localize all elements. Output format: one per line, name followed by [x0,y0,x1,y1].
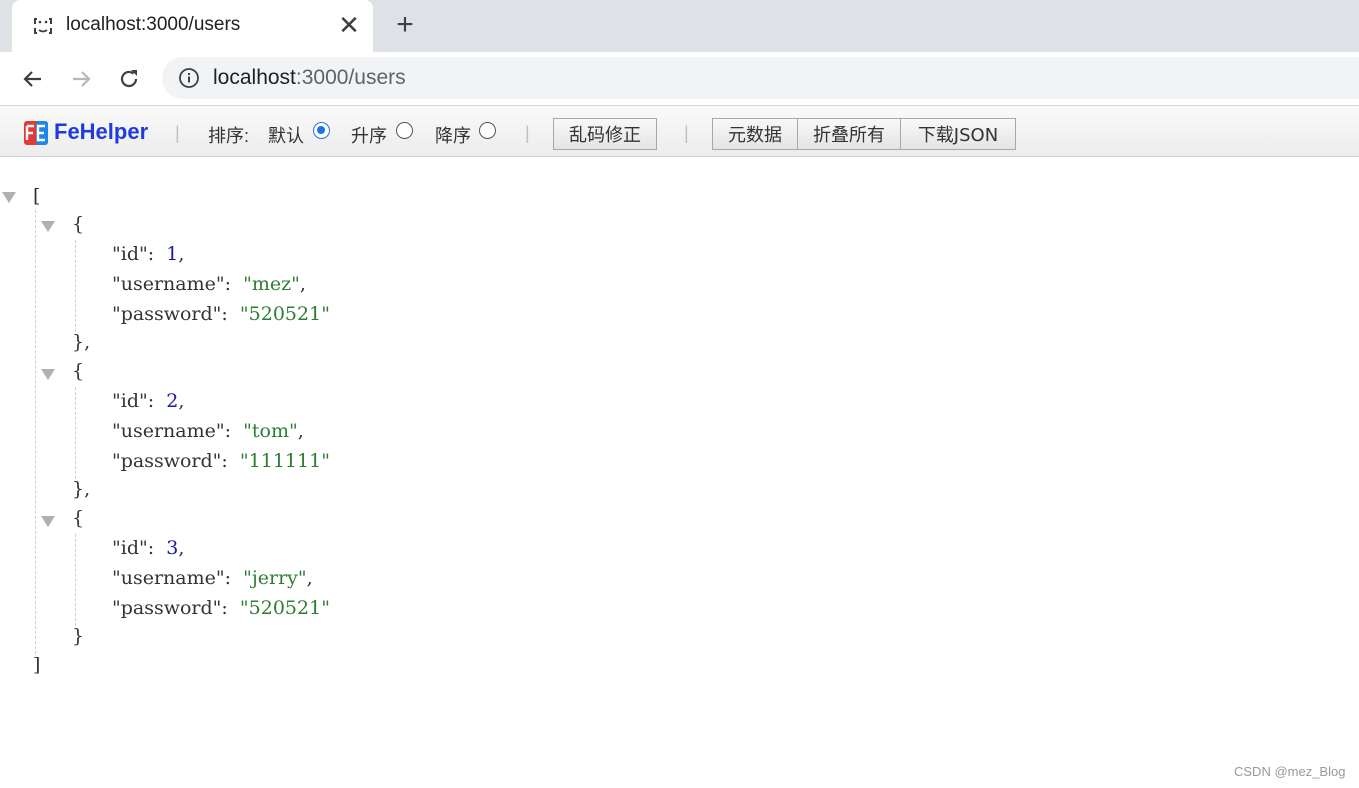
json-value: "520521" [239,303,330,325]
fehelper-toolbar: FeHelper | 排序: 默认 升序 降序 | 乱码修正 | 元数据 折叠所… [0,105,1359,157]
fix-encoding-button[interactable]: 乱码修正 [553,118,657,150]
json-value: 3 [166,537,179,559]
collapse-all-button[interactable]: 折叠所有 [797,118,901,150]
sort-desc-label: 降序 [435,126,471,146]
json-row-id: "id": 3, [112,537,185,559]
divider: | [175,123,180,143]
json-key: "id": [112,537,155,559]
collapse-object-icon[interactable] [41,221,55,232]
collapse-object-icon[interactable] [41,516,55,527]
page-favicon-icon [34,18,52,34]
address-bar[interactable]: localhost:3000/users [162,57,1359,99]
collapse-object-icon[interactable] [41,369,55,380]
json-key: "password": [112,597,228,619]
indent-guide [75,534,76,626]
object-close-brace: }, [72,331,91,353]
sort-desc-radio[interactable] [479,122,496,139]
tab-title: localhost:3000/users [66,14,241,35]
sort-label: 排序: [208,126,250,146]
json-key: "password": [112,450,228,472]
json-row-username: "username": "jerry", [112,567,313,589]
back-icon[interactable] [18,64,48,94]
indent-guide [35,210,36,654]
json-viewer: [ { "id": 1, "username": "mez", "passwor… [0,158,1359,758]
json-value: 1 [166,243,179,265]
tab-strip: localhost:3000/users ✕ + [0,0,1359,52]
json-value: "520521" [239,597,330,619]
json-value: "tom" [243,420,298,442]
forward-icon[interactable] [66,64,96,94]
url-host: localhost [213,66,296,89]
json-row-username: "username": "tom", [112,420,304,442]
json-row-id: "id": 2, [112,390,185,412]
divider: | [684,123,689,143]
fehelper-logo-icon [24,121,48,145]
url-text[interactable]: localhost:3000/users [213,66,406,90]
collapse-array-icon[interactable] [2,192,16,203]
indent-guide [75,387,76,479]
json-value: "jerry" [243,567,307,589]
object-open-brace: { [72,360,85,382]
navigation-toolbar: localhost:3000/users [0,52,1359,105]
object-open-brace: { [72,507,85,529]
json-row-password: "password": "520521" [112,301,330,327]
object-open-brace: { [72,213,85,235]
close-tab-icon[interactable]: ✕ [338,12,360,38]
array-open-bracket: [ [33,185,41,207]
object-close-brace: }, [72,478,91,500]
indent-guide [75,240,76,332]
json-value: "111111" [239,450,330,472]
sort-asc-radio[interactable] [396,122,413,139]
object-close-brace: } [72,625,85,647]
json-key: "password": [112,303,228,325]
sort-default-label: 默认 [268,126,304,146]
json-key: "username": [112,420,232,442]
sort-default-radio[interactable] [313,122,330,139]
json-row-password: "password": "520521" [112,595,330,621]
watermark: CSDN @mez_Blog [1234,764,1346,779]
array-close-bracket: ] [33,654,41,676]
json-value: "mez" [243,273,300,295]
json-key: "id": [112,243,155,265]
metadata-button[interactable]: 元数据 [712,118,798,150]
json-row-password: "password": "111111" [112,448,330,474]
json-key: "username": [112,567,232,589]
json-value: 2 [166,390,179,412]
divider: | [525,123,530,143]
json-key: "username": [112,273,232,295]
json-row-id: "id": 1, [112,243,185,265]
info-icon[interactable] [178,67,200,89]
json-key: "id": [112,390,155,412]
url-path: :3000/users [295,66,406,89]
reload-icon[interactable] [114,64,144,94]
new-tab-icon[interactable]: + [390,10,420,42]
download-json-button[interactable]: 下载JSON [900,118,1016,150]
sort-asc-label: 升序 [351,126,387,146]
json-row-username: "username": "mez", [112,273,306,295]
fehelper-name: FeHelper [54,119,149,144]
browser-tab[interactable]: localhost:3000/users ✕ [12,0,373,52]
